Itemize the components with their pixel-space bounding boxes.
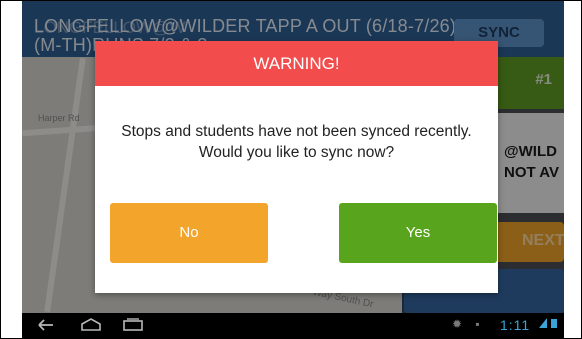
recent-apps-icon[interactable] <box>122 318 144 335</box>
notification-icon: ▪ <box>475 317 480 331</box>
status-icons: ✹ ▪ <box>452 317 480 331</box>
screenshot-frame: LONGFELLOW@W LONGFELLOW@WILDER TAPP A OU… <box>0 0 582 339</box>
dialog-message: Stops and students have not been synced … <box>101 121 492 163</box>
no-button[interactable]: No <box>110 203 268 263</box>
dialog-message-line: Would you like to sync now? <box>198 144 395 161</box>
dialog-title: WARNING! <box>253 54 340 73</box>
home-icon[interactable] <box>80 318 102 335</box>
back-icon[interactable] <box>36 318 56 335</box>
dialog-header: WARNING! <box>95 41 498 86</box>
tablet-screen: LONGFELLOW@W LONGFELLOW@WILDER TAPP A OU… <box>22 1 564 338</box>
dialog-message-line: Stops and students have not been synced … <box>121 123 472 140</box>
system-nav-bar: ✹ ▪ 1:11 <box>22 313 564 338</box>
yes-button[interactable]: Yes <box>339 203 497 263</box>
android-debug-icon: ✹ <box>452 317 463 331</box>
battery-icon <box>551 319 557 328</box>
wifi-icon <box>538 317 560 332</box>
status-time: 1:11 <box>500 317 531 333</box>
warning-dialog: WARNING! Stops and students have not bee… <box>95 41 498 293</box>
